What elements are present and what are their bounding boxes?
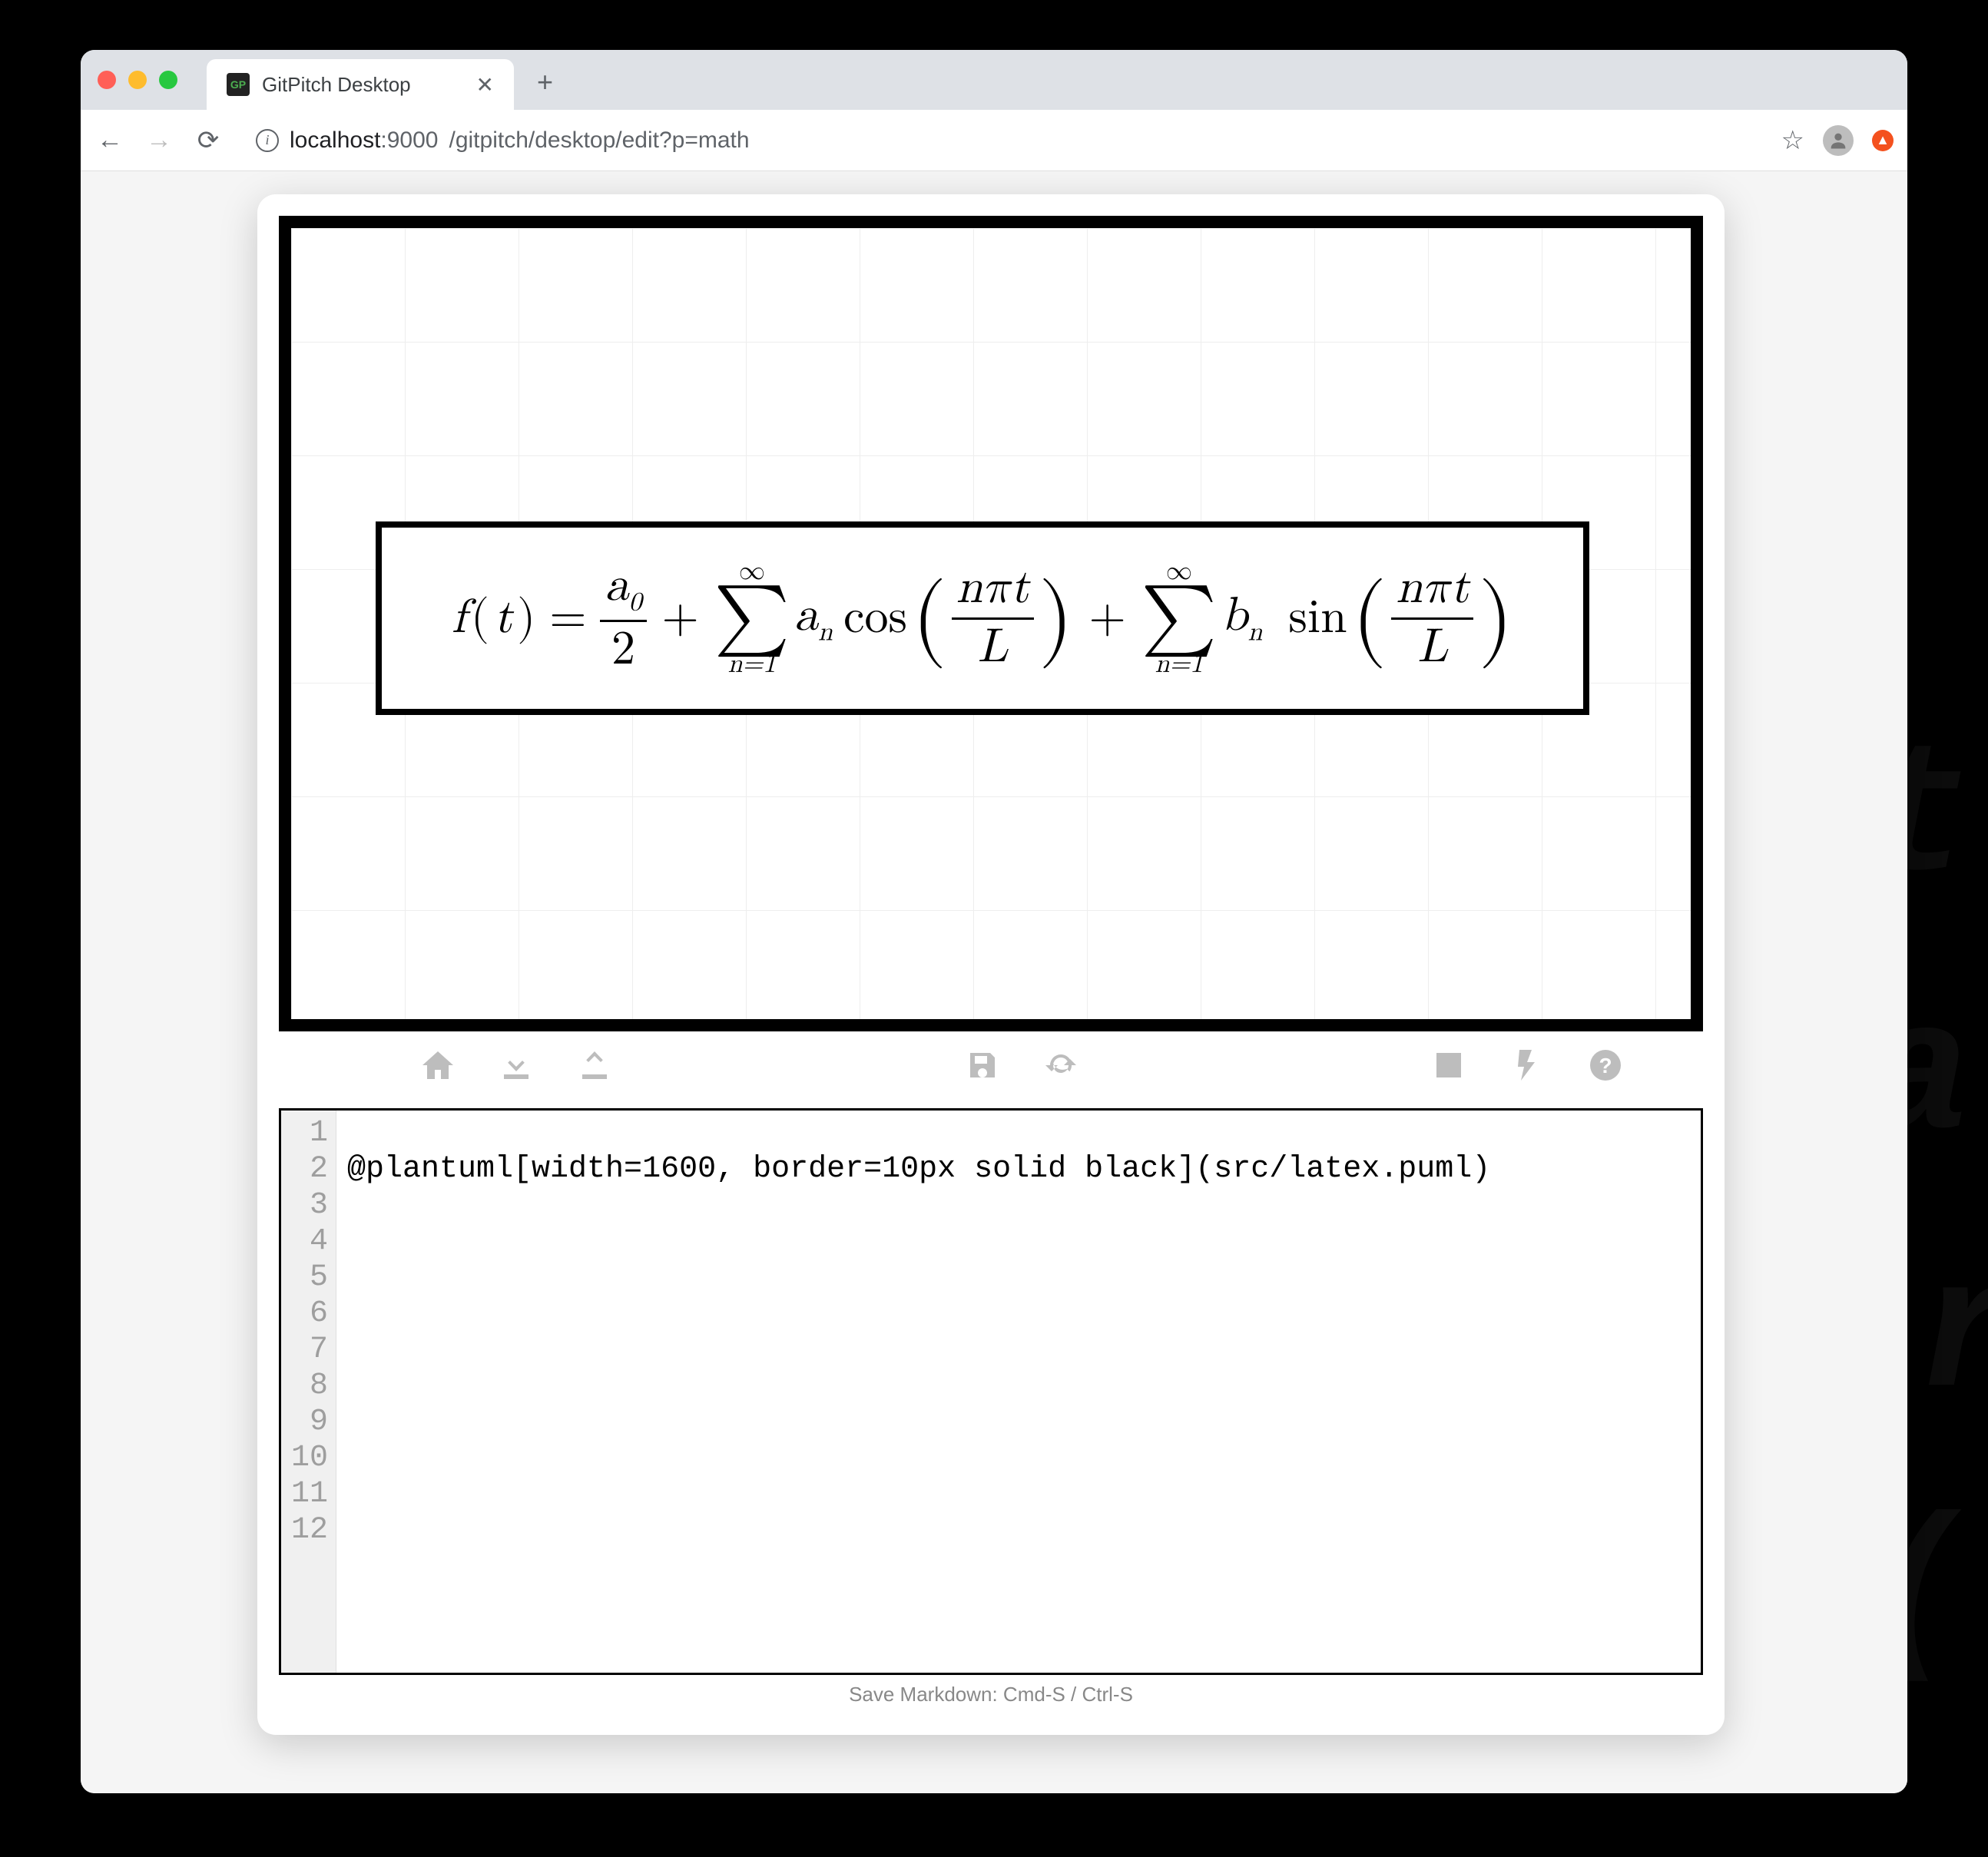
save-icon[interactable]: [962, 1047, 1003, 1093]
code-line[interactable]: [347, 1368, 1690, 1404]
line-number: 10: [281, 1440, 328, 1476]
minimize-window-button[interactable]: [128, 71, 147, 89]
line-number: 6: [281, 1296, 328, 1332]
profile-avatar-icon[interactable]: [1823, 125, 1854, 156]
line-gutter: 123456789101112: [281, 1111, 336, 1673]
code-editor[interactable]: 123456789101112 @plantuml[width=1600, bo…: [279, 1108, 1703, 1675]
close-window-button[interactable]: [98, 71, 116, 89]
line-number: 1: [281, 1115, 328, 1151]
status-bar: Save Markdown: Cmd-S / Ctrl-S: [279, 1675, 1703, 1713]
gitpitch-app: f(t) = a02 + ∞∑n=1 an cos ( nπtL ) + ∞∑n…: [257, 194, 1725, 1735]
browser-tab[interactable]: GP GitPitch Desktop ✕: [207, 59, 514, 110]
code-line[interactable]: [347, 1223, 1690, 1260]
code-line[interactable]: [347, 1187, 1690, 1223]
reload-button[interactable]: ⟳: [193, 125, 224, 156]
svg-text:?: ?: [1599, 1054, 1612, 1077]
editor-toolbar: ?: [279, 1031, 1703, 1108]
math-formula: f(t) = a02 + ∞∑n=1 an cos ( nπtL ) + ∞∑n…: [452, 559, 1513, 677]
tab-favicon: GP: [227, 73, 250, 96]
back-button[interactable]: ←: [94, 125, 125, 155]
extension-icon[interactable]: ▲: [1872, 130, 1894, 151]
tab-bar: GP GitPitch Desktop ✕ +: [81, 50, 1907, 110]
code-content[interactable]: @plantuml[width=1600, border=10px solid …: [336, 1111, 1701, 1673]
line-number: 11: [281, 1476, 328, 1512]
help-icon[interactable]: ?: [1585, 1047, 1626, 1093]
code-line[interactable]: @plantuml[width=1600, border=10px solid …: [347, 1151, 1690, 1187]
browser-window: GP GitPitch Desktop ✕ + ← → ⟳ i localhos…: [81, 50, 1907, 1793]
refresh-icon[interactable]: [1040, 1047, 1082, 1093]
slide-preview: f(t) = a02 + ∞∑n=1 an cos ( nπtL ) + ∞∑n…: [279, 216, 1703, 1031]
formula-frame: f(t) = a02 + ∞∑n=1 an cos ( nπtL ) + ∞∑n…: [376, 521, 1589, 715]
window-controls: [98, 71, 177, 89]
upload-icon[interactable]: [574, 1047, 615, 1093]
code-line[interactable]: [347, 1260, 1690, 1296]
code-line[interactable]: [347, 1512, 1690, 1548]
code-line[interactable]: [347, 1296, 1690, 1332]
new-tab-button[interactable]: +: [537, 66, 553, 98]
home-icon[interactable]: [417, 1047, 459, 1093]
download-icon[interactable]: [495, 1047, 537, 1093]
tab-title: GitPitch Desktop: [262, 73, 464, 97]
flash-icon[interactable]: [1506, 1047, 1548, 1093]
code-line[interactable]: [347, 1440, 1690, 1476]
code-line[interactable]: [347, 1476, 1690, 1512]
status-hint: Save Markdown: Cmd-S / Ctrl-S: [849, 1683, 1133, 1706]
line-number: 9: [281, 1404, 328, 1440]
line-number: 3: [281, 1187, 328, 1223]
forward-button[interactable]: →: [144, 125, 174, 155]
line-number: 2: [281, 1151, 328, 1187]
line-number: 4: [281, 1223, 328, 1260]
bookmark-star-icon[interactable]: ☆: [1781, 125, 1804, 156]
image-icon[interactable]: [1428, 1047, 1469, 1093]
line-number: 8: [281, 1368, 328, 1404]
code-line[interactable]: [347, 1404, 1690, 1440]
url-path: /gitpitch/desktop/edit?p=math: [449, 127, 749, 154]
code-line[interactable]: [347, 1332, 1690, 1368]
maximize-window-button[interactable]: [159, 71, 177, 89]
url-host: localhost:9000: [290, 127, 438, 154]
page-viewport: f(t) = a02 + ∞∑n=1 an cos ( nπtL ) + ∞∑n…: [81, 171, 1907, 1793]
code-line[interactable]: [347, 1115, 1690, 1151]
line-number: 7: [281, 1332, 328, 1368]
line-number: 12: [281, 1512, 328, 1548]
site-info-icon[interactable]: i: [256, 129, 279, 152]
close-tab-icon[interactable]: ✕: [476, 72, 494, 98]
address-bar: ← → ⟳ i localhost:9000/gitpitch/desktop/…: [81, 110, 1907, 171]
url-field[interactable]: i localhost:9000/gitpitch/desktop/edit?p…: [242, 119, 1763, 162]
line-number: 5: [281, 1260, 328, 1296]
